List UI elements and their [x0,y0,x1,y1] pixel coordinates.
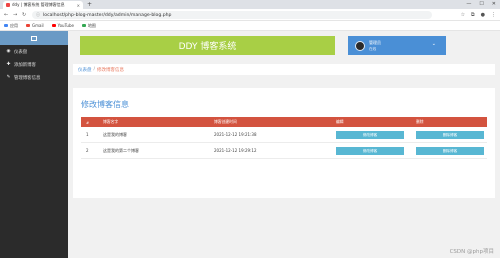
apps-icon [4,24,8,27]
breadcrumb-current: 修改博客信息 [97,67,125,73]
column-header-number: # [86,119,90,125]
youtube-icon [51,24,56,27]
page-title: 修改博客信息 [81,100,129,109]
add-blog-icon: ✚ [6,62,11,67]
forward-icon[interactable]: → [13,12,17,18]
site-title: DDY 博客系统 [178,42,237,52]
sidebar: ◉ 仪表盘 ✚ 添加新博客 ✎ 管理博客信息 [0,31,68,258]
blog-created-time: 2021-12-12 19:29:12 [214,148,257,153]
maps-icon [81,24,86,27]
blog-name: 这是我的博客 [103,131,127,137]
delete-blog-button[interactable]: 删除博客 [416,130,484,139]
blog-table: # 博客名字 博客创建时间 编辑 删除 1 这是我的博客 2021-12-12 … [81,117,487,159]
row-number: 1 [86,132,89,137]
edit-cell: 修改博客 [336,130,416,139]
content-panel: 修改博客信息 # 博客名字 博客创建时间 编辑 删除 1 这是我的博客 2021… [73,88,495,198]
bookmark-label: YouTube [57,23,74,28]
bookmark-apps[interactable]: 应用 [4,23,18,29]
bookmark-maps[interactable]: 地图 [81,22,96,29]
breadcrumb-separator: / [93,67,96,72]
watermark: CSDN @php项目 [449,249,494,255]
user-status: 在线 [369,46,377,51]
maximize-icon[interactable]: ☐ [479,1,483,7]
sidebar-logo[interactable] [0,31,68,45]
delete-cell: 删除博客 [416,130,487,139]
sidebar-item-label: 仪表盘 [14,49,28,55]
browser-actions: ☆ ⧉ ● ⋮ [461,12,496,18]
main-area: DDY 博客系统 管理员 在线 ⌄ 仪表盘 / 修改博客信息 修改博客信息 # … [68,31,500,258]
bookmark-label: 地图 [87,22,96,28]
favicon-icon [6,3,10,7]
delete-blog-button[interactable]: 删除博客 [416,146,484,155]
bookmark-youtube[interactable]: YouTube [51,23,74,28]
close-tab-icon[interactable]: × [77,3,80,8]
dashboard-icon: ◉ [6,49,11,54]
row-number: 2 [86,148,89,153]
address-bar: ← → ↻ ⓘ localhost/php-blog-master/ddy/ad… [0,9,500,21]
user-name: 管理员 [369,39,381,45]
delete-cell: 删除博客 [416,146,487,155]
sidebar-item-manage-blog[interactable]: ✎ 管理博客信息 [0,71,68,84]
reload-icon[interactable]: ↻ [22,12,26,18]
breadcrumb: 仪表盘 / 修改博客信息 [73,64,495,75]
site-title-banner: DDY 博客系统 [80,36,335,55]
user-info: 管理员 在线 [369,40,381,52]
blog-name: 这是我的第二个博客 [103,147,139,153]
edit-blog-button[interactable]: 修改博客 [336,130,404,139]
user-panel[interactable]: 管理员 在线 ⌄ [348,36,446,55]
window-close-icon[interactable]: ✕ [492,1,496,7]
column-header-name: 博客名字 [103,119,119,124]
sidebar-item-add-blog[interactable]: ✚ 添加新博客 [0,58,68,71]
edit-cell: 修改博客 [336,146,416,155]
gmail-icon [26,24,30,27]
edit-blog-button[interactable]: 修改博客 [336,146,404,155]
window-controls: — ☐ ✕ [466,1,496,7]
star-icon[interactable]: ☆ [461,12,465,18]
bookmark-label: 应用 [10,22,18,28]
table-row: 1 这是我的博客 2021-12-12 19:21:38 修改博客 删除博客 [81,127,487,143]
url-input[interactable]: ⓘ localhost/php-blog-master/ddy/admin/ma… [32,11,432,19]
site-info-icon[interactable]: ⓘ [36,12,40,18]
avatar [355,40,365,51]
sidebar-item-label: 管理博客信息 [14,75,41,81]
profile-icon[interactable]: ● [481,12,485,18]
browser-tab-bar: ddy | 博客系统 管理博客信息 × + — ☐ ✕ [0,0,500,9]
back-icon[interactable]: ← [4,12,8,18]
new-tab-button[interactable]: + [87,1,92,8]
extensions-icon[interactable]: ⧉ [471,12,475,18]
sidebar-item-dashboard[interactable]: ◉ 仪表盘 [0,45,68,58]
chevron-down-icon[interactable]: ⌄ [432,41,436,47]
sidebar-item-label: 添加新博客 [14,62,36,68]
column-header-delete: 删除 [416,119,424,124]
breadcrumb-home-link[interactable]: 仪表盘 [78,67,92,73]
table-header: # 博客名字 博客创建时间 编辑 删除 [81,117,487,127]
table-row: 2 这是我的第二个博客 2021-12-12 19:29:12 修改博客 删除博… [81,143,487,159]
monitor-icon [31,35,37,41]
blog-created-time: 2021-12-12 19:21:38 [214,132,257,137]
minimize-icon[interactable]: — [466,1,471,7]
column-header-time: 博客创建时间 [214,119,237,124]
edit-icon: ✎ [6,75,11,80]
menu-icon[interactable]: ⋮ [491,12,496,18]
url-text: localhost/php-blog-master/ddy/admin/mana… [43,12,172,18]
tab-title: ddy | 博客系统 管理博客信息 [12,2,65,7]
bookmarks-bar: 应用 Gmail YouTube 地图 [0,21,500,31]
column-header-edit: 编辑 [336,119,344,124]
bookmark-label: Gmail [32,23,44,28]
bookmark-gmail[interactable]: Gmail [26,23,44,28]
browser-tab[interactable]: ddy | 博客系统 管理博客信息 × [3,1,83,9]
